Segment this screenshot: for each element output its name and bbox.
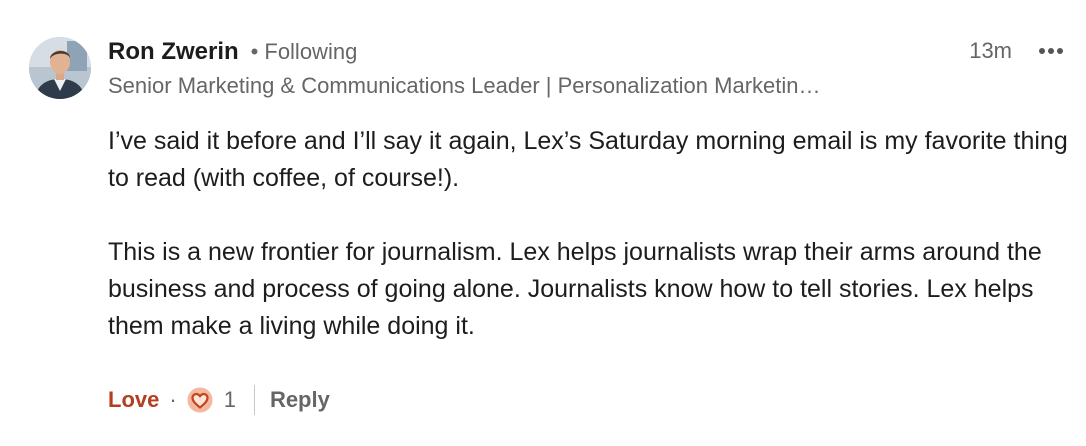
love-reaction-button[interactable]: Love (108, 387, 159, 413)
comment-paragraph: This is a new frontier for journalism. L… (108, 238, 1042, 340)
action-divider (253, 385, 255, 415)
comment-meta: 13m (969, 38, 1066, 64)
reaction-count[interactable]: 1 (224, 387, 236, 413)
comment: Ron Zwerin • Following Senior Marketing … (0, 0, 1086, 446)
comment-actions: Love · 1 Reply (108, 383, 330, 417)
timestamp: 13m (969, 38, 1012, 63)
author-line: Ron Zwerin • Following (108, 38, 357, 72)
comment-paragraph: I’ve said it before and I’ll say it agai… (108, 127, 1068, 192)
author-headline: Senior Marketing & Communications Leader… (108, 73, 821, 98)
comment-body: I’ve said it before and I’ll say it agai… (108, 123, 1068, 345)
love-heart-icon[interactable] (186, 386, 214, 414)
more-options-button[interactable] (1036, 38, 1066, 64)
comment-header: Ron Zwerin • Following Senior Marketing … (108, 38, 1066, 102)
follow-status: Following (264, 39, 358, 64)
profile-photo-icon (29, 37, 91, 99)
reply-button[interactable]: Reply (270, 387, 330, 413)
ellipsis-horizontal-icon (1039, 48, 1063, 54)
author-name[interactable]: Ron Zwerin (108, 38, 239, 66)
author-avatar[interactable] (29, 37, 91, 99)
action-separator: · (169, 387, 177, 412)
follow-separator: • (250, 39, 259, 64)
